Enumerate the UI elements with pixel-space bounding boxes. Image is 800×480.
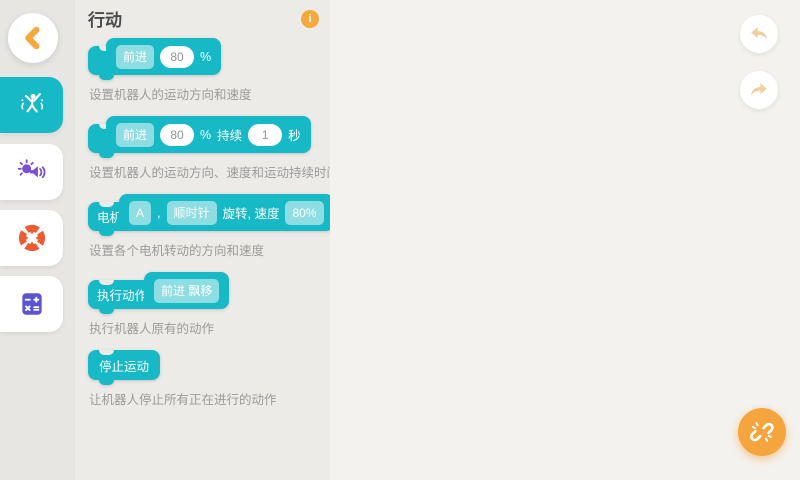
sidebar-item-motion[interactable] [0,77,63,133]
block-description: 设置各个电机转动的方向和速度 [89,240,328,259]
calculator-icon [17,289,47,319]
sidebar-item-light-sound[interactable] [0,144,63,200]
perform-label: 执行动作 [97,285,147,304]
comma-label: , [157,206,160,220]
duration-label: 持续 [217,125,242,144]
app-root: 行动 i 前进 80 % 设置机器人的运动方向和速度 前进 80 % 持续 1 … [0,0,800,480]
rotation-dropdown[interactable]: 顺时针 [167,201,217,225]
motor-speed-dropdown[interactable]: 80% [285,201,323,225]
sidebar [0,0,75,480]
block-motor[interactable]: 电机 A , 顺时针 旋转, 速度 80% [88,194,334,231]
stop-label: 停止运动 [99,356,149,375]
speed-input[interactable]: 80 [160,124,194,146]
action-dropdown[interactable]: 前进 飘移 [154,279,219,303]
block-description: 让机器人停止所有正在进行的动作 [89,389,328,408]
unit-label: % [200,50,211,64]
light-speaker-icon [17,157,47,187]
back-button[interactable] [8,13,58,63]
dancing-person-icon [17,90,47,120]
redo-arrow-icon [748,79,770,101]
broken-link-icon [748,418,776,446]
undo-button[interactable] [740,15,778,53]
block-connector: 执行动作 [88,280,152,309]
duration-input[interactable]: 1 [248,124,282,146]
redo-button[interactable] [740,71,778,109]
block-move-timed[interactable]: 前进 80 % 持续 1 秒 [88,116,311,153]
connection-status-button[interactable] [738,408,786,456]
block-palette-panel: 行动 i 前进 80 % 设置机器人的运动方向和速度 前进 80 % 持续 1 … [75,0,330,480]
undo-arrow-icon [748,23,770,45]
panel-title: 行动 [88,9,330,33]
chevron-left-icon [16,21,50,55]
block-description: 执行机器人原有的动作 [89,318,328,337]
workspace-canvas[interactable] [330,0,800,480]
speed-input[interactable]: 80 [160,46,194,68]
info-badge[interactable]: i [301,10,319,28]
rotate-speed-label: 旋转, 速度 [223,203,280,222]
block-perform-action[interactable]: 执行动作 前进 飘移 [88,272,229,309]
direction-dropdown[interactable]: 前进 [116,123,154,147]
unit-label: % [200,128,211,142]
sidebar-item-math[interactable] [0,276,63,332]
block-description: 设置机器人的运动方向和速度 [89,84,328,103]
direction-dropdown[interactable]: 前进 [116,45,154,69]
dpad-ring-icon [17,223,47,253]
block-description: 设置机器人的运动方向、速度和运动持续时间 [89,162,328,181]
block-move[interactable]: 前进 80 % [88,38,221,75]
motor-dropdown[interactable]: A [129,201,151,225]
seconds-label: 秒 [288,125,301,144]
sidebar-item-control[interactable] [0,210,63,266]
block-body: 停止运动 [88,350,160,380]
block-stop-motion[interactable]: 停止运动 [88,350,160,380]
